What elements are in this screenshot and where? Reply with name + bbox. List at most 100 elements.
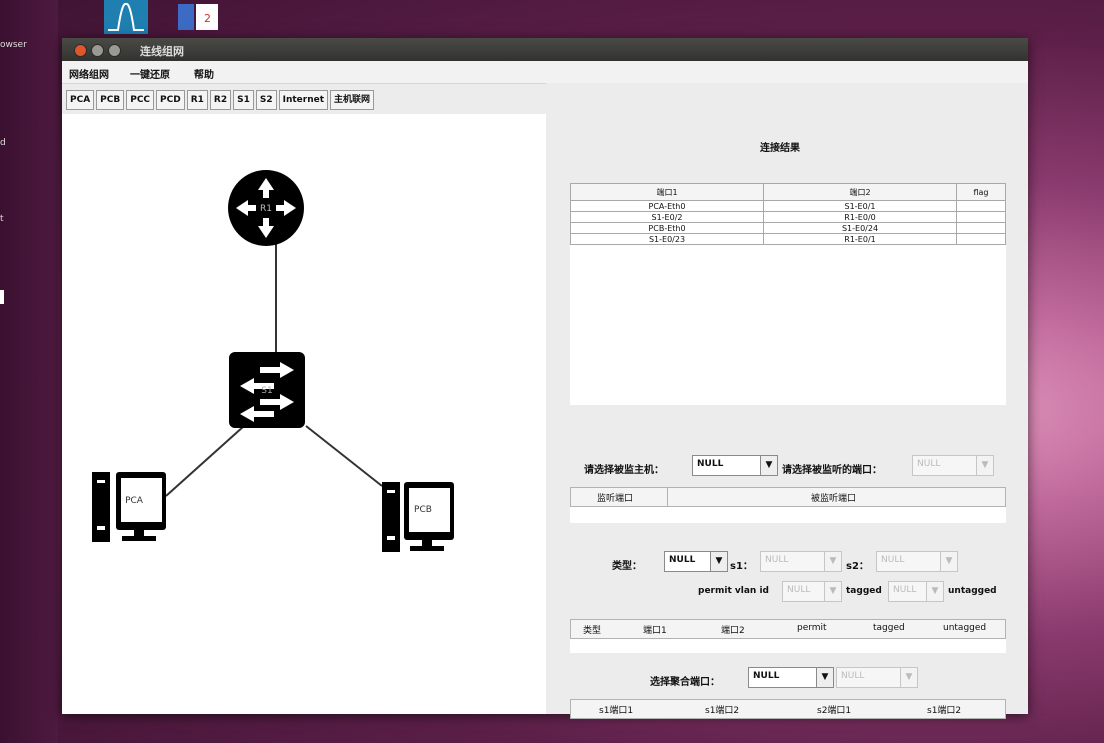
aggregation-select-2-value: NULL: [841, 671, 865, 681]
port-select[interactable]: NULL ▼: [912, 455, 994, 476]
chevron-down-icon[interactable]: ▼: [900, 668, 917, 687]
table-cell: [956, 233, 1006, 245]
s2-select[interactable]: NULL ▼: [876, 551, 958, 572]
column-header[interactable]: permit: [797, 623, 827, 633]
chevron-down-icon[interactable]: ▼: [824, 582, 841, 601]
pc-right-label: PCB: [414, 505, 432, 515]
chevron-down-icon[interactable]: ▼: [816, 668, 833, 687]
title-bar: 连线组网: [62, 38, 1028, 61]
column-header[interactable]: untagged: [943, 623, 986, 633]
column-header[interactable]: tagged: [873, 623, 905, 633]
column-header[interactable]: 监听端口: [597, 491, 633, 504]
tagged-select-value: NULL: [893, 585, 917, 595]
tab-internet[interactable]: Internet: [278, 90, 329, 110]
tab-r1[interactable]: R1: [186, 90, 208, 110]
table-row[interactable]: PCA-Eth0 S1-E0/1: [570, 200, 1006, 212]
monitor-table-header: 监听端口 被监听端口: [570, 487, 1006, 507]
launcher-text: owser: [0, 40, 27, 50]
s1-select[interactable]: NULL ▼: [760, 551, 842, 572]
type-select-value: NULL: [669, 555, 696, 565]
column-header[interactable]: s1端口2: [927, 703, 961, 716]
pc-left-label: PCA: [125, 496, 144, 506]
tagged-label: tagged: [846, 586, 882, 596]
app-window: 连线组网 网络组网 一键还原 帮助 PCA PCB PCC PCD R1 R2 …: [62, 38, 1028, 719]
column-header[interactable]: 被监听端口: [811, 491, 856, 504]
connection-result-title: 连接结果: [760, 143, 800, 154]
tagged-select[interactable]: NULL ▼: [888, 581, 944, 602]
permit-vlan-label: permit vlan id: [698, 586, 769, 596]
host-select-label: 请选择被监主机：: [584, 465, 664, 476]
s1-label: s1：: [730, 561, 753, 572]
port-select-label: 请选择被监听的端口：: [782, 465, 882, 476]
pc-icon[interactable]: [92, 472, 166, 542]
table-cell: [956, 200, 1006, 212]
table-cell: S1-E0/23: [570, 233, 764, 245]
table-cell: R1-E0/1: [763, 233, 957, 245]
tab-host-network[interactable]: 主机联网: [330, 90, 375, 110]
menu-help[interactable]: 帮助: [194, 66, 214, 81]
maximize-icon[interactable]: [108, 44, 121, 57]
topology-canvas[interactable]: R1 S1 PCA PCB: [62, 114, 546, 714]
launcher-marker: [0, 290, 4, 304]
tab-pca[interactable]: PCA: [66, 90, 95, 110]
table-row[interactable]: PCB-Eth0 S1-E0/24: [570, 222, 1006, 234]
permit-vlan-value: NULL: [787, 585, 811, 595]
tab-pcb[interactable]: PCB: [96, 90, 125, 110]
aggregation-label: 选择聚合端口：: [650, 677, 720, 688]
chevron-down-icon[interactable]: ▼: [760, 456, 777, 475]
type-select[interactable]: NULL ▼: [664, 551, 728, 572]
vlan-table-body: [570, 639, 1006, 653]
tab-pcd[interactable]: PCD: [156, 90, 185, 110]
chevron-down-icon[interactable]: ▼: [940, 552, 957, 571]
link-switch-pca: [165, 425, 245, 497]
table-cell: [956, 222, 1006, 234]
document-icon[interactable]: 2: [176, 0, 220, 34]
table-row[interactable]: S1-E0/2 R1-E0/0: [570, 211, 1006, 223]
svg-text:2: 2: [204, 12, 211, 25]
column-header[interactable]: 类型: [583, 623, 601, 636]
chevron-down-icon[interactable]: ▼: [710, 552, 727, 571]
menu-reset[interactable]: 一键还原: [130, 66, 170, 81]
s1-select-value: NULL: [765, 555, 789, 565]
link-switch-pcb: [305, 425, 383, 487]
table-cell: PCA-Eth0: [570, 200, 764, 212]
tab-s2[interactable]: S2: [255, 90, 277, 110]
untagged-label: untagged: [948, 586, 997, 596]
host-select[interactable]: NULL ▼: [692, 455, 778, 476]
permit-vlan-select[interactable]: NULL ▼: [782, 581, 842, 602]
chevron-down-icon[interactable]: ▼: [926, 582, 943, 601]
pc-icon[interactable]: [382, 482, 454, 552]
signal-wave-icon[interactable]: [104, 0, 148, 34]
minimize-icon[interactable]: [91, 44, 104, 57]
config-panel: 连接结果 端口1 端口2 flag PCA-Eth0 S1-E0/1 S1-E0/…: [546, 83, 1028, 719]
column-header[interactable]: 端口2: [763, 183, 957, 201]
aggregation-select-2[interactable]: NULL ▼: [836, 667, 918, 688]
s2-label: s2：: [846, 561, 869, 572]
column-header[interactable]: 端口1: [570, 183, 764, 201]
menu-network[interactable]: 网络组网: [69, 66, 109, 81]
host-select-value: NULL: [697, 459, 724, 469]
column-header[interactable]: 端口1: [643, 623, 667, 636]
router-label: R1: [260, 204, 272, 214]
launcher-text: d: [0, 138, 6, 148]
tab-pcc[interactable]: PCC: [126, 90, 155, 110]
table-cell: S1-E0/24: [763, 222, 957, 234]
close-icon[interactable]: [74, 44, 87, 57]
tab-r2[interactable]: R2: [209, 90, 232, 110]
tab-s1[interactable]: S1: [233, 90, 254, 110]
menu-bar: 网络组网 一键还原 帮助: [62, 61, 1028, 84]
column-header[interactable]: 端口2: [721, 623, 745, 636]
chevron-down-icon[interactable]: ▼: [824, 552, 841, 571]
table-cell: PCB-Eth0: [570, 222, 764, 234]
column-header[interactable]: flag: [956, 183, 1006, 201]
aggregation-select[interactable]: NULL ▼: [748, 667, 834, 688]
switch-label: S1: [261, 386, 272, 396]
column-header[interactable]: s1端口2: [705, 703, 739, 716]
column-header[interactable]: s1端口1: [599, 703, 633, 716]
table-cell: S1-E0/1: [763, 200, 957, 212]
table-row[interactable]: S1-E0/23 R1-E0/1: [570, 233, 1006, 245]
vlan-table-header: 类型 端口1 端口2 permit tagged untagged: [570, 619, 1006, 639]
chevron-down-icon[interactable]: ▼: [976, 456, 993, 475]
aggregation-select-value: NULL: [753, 671, 780, 681]
column-header[interactable]: s2端口1: [817, 703, 851, 716]
